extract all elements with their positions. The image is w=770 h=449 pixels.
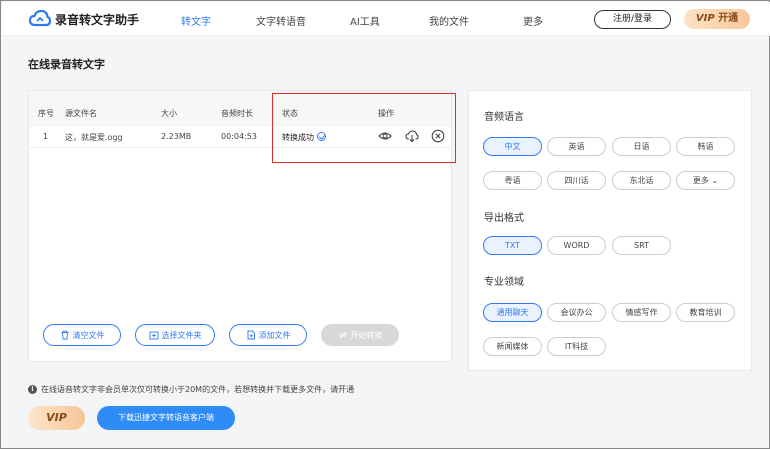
highlight-box xyxy=(272,93,456,163)
lang-more-dropdown[interactable]: 更多 ⌄ xyxy=(676,171,735,190)
nav-transcribe[interactable]: 转文字 xyxy=(181,13,211,28)
lang-cantonese[interactable]: 粤语 xyxy=(483,171,542,190)
app-logo[interactable]: 录音转文字助手 xyxy=(29,10,139,28)
domain-meeting-office[interactable]: 会议办公 xyxy=(547,303,606,322)
format-srt[interactable]: SRT xyxy=(612,236,671,255)
app-window: 录音转文字助手 转文字 文字转语音 AI工具 我的文件 更多 注册/登录 VIP… xyxy=(0,0,770,449)
add-file-label: 添加文件 xyxy=(258,330,291,340)
add-file-icon xyxy=(247,330,255,340)
vip-open-label: 开通 xyxy=(718,13,739,24)
nav-ai-tools[interactable]: AI工具 xyxy=(350,13,380,28)
chevron-down-icon: ⌄ xyxy=(711,176,719,185)
lang-sichuan[interactable]: 四川话 xyxy=(547,171,606,190)
domain-title: 专业领域 xyxy=(484,277,524,288)
domain-emotional-writing[interactable]: 情感写作 xyxy=(612,303,671,322)
member-notice-text: 在线语音转文字非会员单次仅可转换小于20M的文件，若想转换并下载更多文件，请开通 xyxy=(41,385,355,394)
vip-button[interactable]: VIP xyxy=(28,406,85,430)
domain-news-media[interactable]: 新闻媒体 xyxy=(483,337,542,356)
vip-badge-text: VIP xyxy=(695,13,715,24)
domain-it-tech[interactable]: IT科技 xyxy=(547,337,606,356)
row-index: 1 xyxy=(43,132,49,141)
nav-my-files[interactable]: 我的文件 xyxy=(429,13,469,28)
cloud-logo-icon xyxy=(29,10,51,27)
nav-text-to-speech[interactable]: 文字转语音 xyxy=(256,13,306,28)
col-index: 序号 xyxy=(38,109,54,118)
domain-general-chat[interactable]: 通用聊天 xyxy=(483,303,542,322)
col-size: 大小 xyxy=(161,109,177,118)
format-word[interactable]: WORD xyxy=(547,236,606,255)
clear-files-button[interactable]: 清空文件 xyxy=(43,324,121,346)
page-title: 在线录音转文字 xyxy=(28,58,105,71)
download-client-button[interactable]: 下载迅捷文字转语音客户端 xyxy=(97,406,235,430)
lang-english[interactable]: 英语 xyxy=(547,137,606,156)
row-size: 2.23MB xyxy=(161,132,192,141)
member-notice: ! 在线语音转文字非会员单次仅可转换小于20M的文件，若想转换并下载更多文件，请… xyxy=(28,384,354,395)
export-format-title: 导出格式 xyxy=(484,213,524,224)
clear-files-label: 清空文件 xyxy=(72,330,105,340)
lang-chinese[interactable]: 中文 xyxy=(483,137,542,156)
trash-icon xyxy=(61,330,68,340)
folder-icon xyxy=(149,331,158,340)
lang-northeast[interactable]: 东北话 xyxy=(612,171,671,190)
top-header: 录音转文字助手 转文字 文字转语音 AI工具 我的文件 更多 注册/登录 VIP… xyxy=(2,2,770,36)
col-duration: 音频时长 xyxy=(221,109,253,118)
format-txt[interactable]: TXT xyxy=(483,236,542,255)
row-filename: 这，就是爱.ogg xyxy=(65,133,123,142)
lang-japanese[interactable]: 日语 xyxy=(612,137,671,156)
select-folder-label: 选择文件夹 xyxy=(161,330,202,340)
add-file-button[interactable]: 添加文件 xyxy=(229,324,307,346)
domain-education[interactable]: 教育培训 xyxy=(676,303,735,322)
vip-open-button[interactable]: VIP 开通 xyxy=(684,9,750,29)
col-filename: 源文件名 xyxy=(65,109,97,118)
info-icon: ! xyxy=(28,385,37,394)
convert-icon xyxy=(338,331,347,339)
row-duration: 00:04:53 xyxy=(221,132,257,141)
start-convert-label: 开始转换 xyxy=(350,330,383,340)
start-convert-button[interactable]: 开始转换 xyxy=(321,324,399,346)
options-panel: 音频语言 中文 英语 日语 韩语 粤语 四川话 东北话 更多 ⌄ 导出格式 TX… xyxy=(468,90,752,371)
nav-more[interactable]: 更多 xyxy=(523,13,543,28)
lang-more-label: 更多 xyxy=(692,176,709,185)
lang-korean[interactable]: 韩语 xyxy=(676,137,735,156)
select-folder-button[interactable]: 选择文件夹 xyxy=(135,324,215,346)
app-title: 录音转文字助手 xyxy=(55,12,140,27)
register-login-button[interactable]: 注册/登录 xyxy=(594,10,671,29)
audio-language-title: 音频语言 xyxy=(484,112,524,123)
